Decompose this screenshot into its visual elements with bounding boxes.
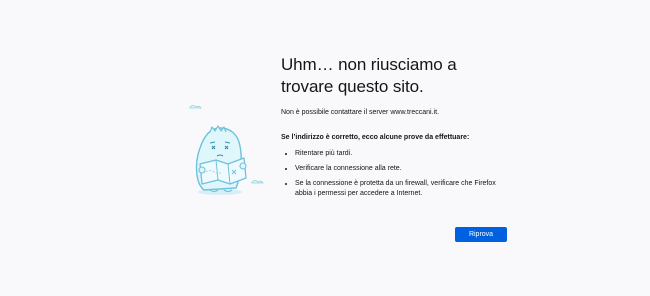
error-content: Uhm… non riusciamo a trovare questo sito… [281,54,513,204]
confused-dino-illustration [170,104,270,204]
suggestions-list: Ritentare più tardi. Verificare la conne… [281,149,513,199]
error-page: Uhm… non riusciamo a trovare questo sito… [0,0,650,296]
retry-button[interactable]: Riprova [455,227,507,242]
confused-dino-icon [189,105,264,195]
suggestion-item-firewall: Se la connessione è protetta da un firew… [295,179,513,199]
suggestion-item-retry-later: Ritentare più tardi. [295,149,513,159]
error-description: Non è possibile contattare il server www… [281,109,439,116]
suggestions-heading: Se l’indirizzo è corretto, ecco alcune p… [281,134,470,141]
suggestion-item-check-connection: Verificare la connessione alla rete. [295,164,513,174]
error-title: Uhm… non riusciamo a trovare questo sito… [281,55,457,96]
